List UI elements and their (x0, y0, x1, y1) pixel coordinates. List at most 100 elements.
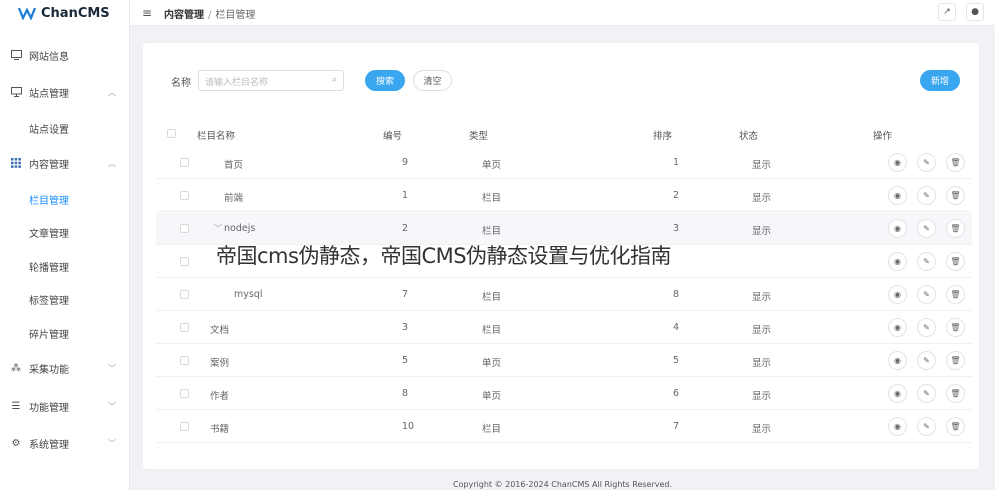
menu-toggle-icon[interactable]: ≡ (142, 6, 152, 20)
clear-button[interactable]: 清空 (413, 70, 452, 91)
delete-button[interactable]: 🗑 (946, 153, 965, 172)
edit-button[interactable]: ✎ (917, 219, 936, 238)
trash-icon: 🗑 (950, 422, 961, 431)
edit-icon: ✎ (923, 224, 930, 233)
sidebar-item-category-manage[interactable]: 栏目管理 (0, 189, 130, 209)
logo-icon (18, 7, 36, 20)
eye-icon: ◉ (894, 290, 901, 299)
cell-name: 案例 (210, 358, 230, 369)
breadcrumb: 内容管理 / 栏目管理 (164, 6, 255, 21)
add-button[interactable]: 新增 (920, 70, 960, 91)
edit-button[interactable]: ✎ (917, 153, 936, 172)
cell-name: 前端 (224, 193, 244, 204)
search-input[interactable]: 请输入栏目名称 ⌕ (198, 70, 344, 91)
delete-button[interactable]: 🗑 (946, 186, 965, 205)
view-button[interactable]: ◉ (888, 153, 907, 172)
cell-name: 作者 (210, 391, 230, 402)
view-button[interactable]: ◉ (888, 285, 907, 304)
view-button[interactable]: ◉ (888, 252, 907, 271)
cell-sort: 7 (673, 421, 680, 432)
row-checkbox[interactable] (180, 422, 189, 431)
sidebar-item-tag-manage[interactable]: 标签管理 (0, 289, 130, 309)
select-all-checkbox[interactable] (167, 129, 176, 138)
edit-button[interactable]: ✎ (917, 351, 936, 370)
cell-sort: 1 (673, 157, 680, 168)
cell-id: 3 (402, 322, 409, 333)
user-button[interactable]: ● (966, 3, 984, 21)
table-row: mysql 7 栏目 8 显示 ◉ ✎ 🗑 (156, 279, 972, 311)
sidebar-item-collect[interactable]: ⁂ 采集功能 ﹀ (0, 358, 130, 378)
table-row: 首页 9 单页 1 显示 ◉ ✎ 🗑 (156, 147, 972, 179)
external-link-icon: ↗ (943, 7, 951, 17)
row-checkbox[interactable] (180, 290, 189, 299)
trash-icon: 🗑 (950, 191, 961, 200)
row-checkbox[interactable] (180, 224, 189, 233)
breadcrumb-item-content[interactable]: 内容管理 (164, 10, 204, 21)
delete-button[interactable]: 🗑 (946, 219, 965, 238)
col-header-ops: 操作 (873, 131, 893, 142)
logo[interactable]: ChanCMS (18, 3, 110, 23)
row-checkbox[interactable] (180, 323, 189, 332)
external-link-button[interactable]: ↗ (938, 3, 956, 21)
search-placeholder: 请输入栏目名称 (205, 78, 269, 88)
view-button[interactable]: ◉ (888, 318, 907, 337)
row-checkbox[interactable] (180, 257, 189, 266)
edit-icon: ✎ (923, 323, 930, 332)
edit-button[interactable]: ✎ (917, 252, 936, 271)
delete-button[interactable]: 🗑 (946, 351, 965, 370)
expand-icon[interactable]: ﹀ (214, 223, 222, 234)
view-button[interactable]: ◉ (888, 219, 907, 238)
sidebar-item-site-manage[interactable]: 站点管理 ︿ (0, 82, 130, 102)
cell-status: 显示 (752, 226, 772, 237)
sidebar-item-system-manage[interactable]: ⚙ 系统管理 ﹀ (0, 433, 130, 453)
table-row: 作者 8 单页 6 显示 ◉ ✎ 🗑 (156, 378, 972, 410)
view-button[interactable]: ◉ (888, 186, 907, 205)
row-checkbox[interactable] (180, 158, 189, 167)
sidebar-item-fragment-manage[interactable]: 碎片管理 (0, 323, 130, 343)
monitor-icon (10, 86, 22, 98)
delete-button[interactable]: 🗑 (946, 417, 965, 436)
edit-icon: ✎ (923, 422, 930, 431)
breadcrumb-separator: / (208, 10, 212, 21)
edit-button[interactable]: ✎ (917, 318, 936, 337)
footer-copyright: Copyright © 2016-2024 ChanCMS All Rights… (452, 480, 673, 489)
sidebar-item-function-manage[interactable]: ☰ 功能管理 ﹀ (0, 396, 130, 416)
chevron-down-icon: ﹀ (108, 438, 116, 448)
cell-id: 8 (402, 388, 409, 399)
edit-button[interactable]: ✎ (917, 384, 936, 403)
cell-name: 书籍 (210, 424, 230, 435)
delete-button[interactable]: 🗑 (946, 384, 965, 403)
sidebar-item-label: 轮播管理 (29, 262, 69, 274)
grid-icon (10, 157, 22, 169)
cell-status: 显示 (752, 325, 772, 336)
view-button[interactable]: ◉ (888, 417, 907, 436)
row-checkbox[interactable] (180, 356, 189, 365)
cell-id: 5 (402, 355, 409, 366)
trash-icon: 🗑 (950, 356, 961, 365)
cell-type: 单页 (482, 391, 502, 402)
sidebar-item-article-manage[interactable]: 文章管理 (0, 222, 130, 242)
edit-button[interactable]: ✎ (917, 417, 936, 436)
sidebar-item-site-info[interactable]: 网站信息 (0, 45, 130, 65)
sidebar-item-label: 站点管理 (29, 88, 69, 100)
sidebar-item-content-manage[interactable]: 内容管理 ︿ (0, 153, 130, 173)
cell-type: 栏目 (482, 292, 502, 303)
search-label: 名称 (171, 78, 191, 89)
search-icon[interactable]: ⌕ (332, 75, 337, 85)
sidebar-item-site-settings[interactable]: 站点设置 (0, 118, 130, 138)
search-button[interactable]: 搜索 (365, 70, 405, 91)
delete-button[interactable]: 🗑 (946, 252, 965, 271)
row-checkbox[interactable] (180, 389, 189, 398)
delete-button[interactable]: 🗑 (946, 285, 965, 304)
edit-button[interactable]: ✎ (917, 285, 936, 304)
cell-sort: 2 (673, 190, 680, 201)
delete-button[interactable]: 🗑 (946, 318, 965, 337)
row-checkbox[interactable] (180, 191, 189, 200)
sidebar-item-label: 文章管理 (29, 228, 69, 240)
sidebar-item-carousel-manage[interactable]: 轮播管理 (0, 256, 130, 276)
view-button[interactable]: ◉ (888, 384, 907, 403)
logo-text: ChanCMS (41, 5, 110, 21)
eye-icon: ◉ (894, 389, 901, 398)
view-button[interactable]: ◉ (888, 351, 907, 370)
edit-button[interactable]: ✎ (917, 186, 936, 205)
